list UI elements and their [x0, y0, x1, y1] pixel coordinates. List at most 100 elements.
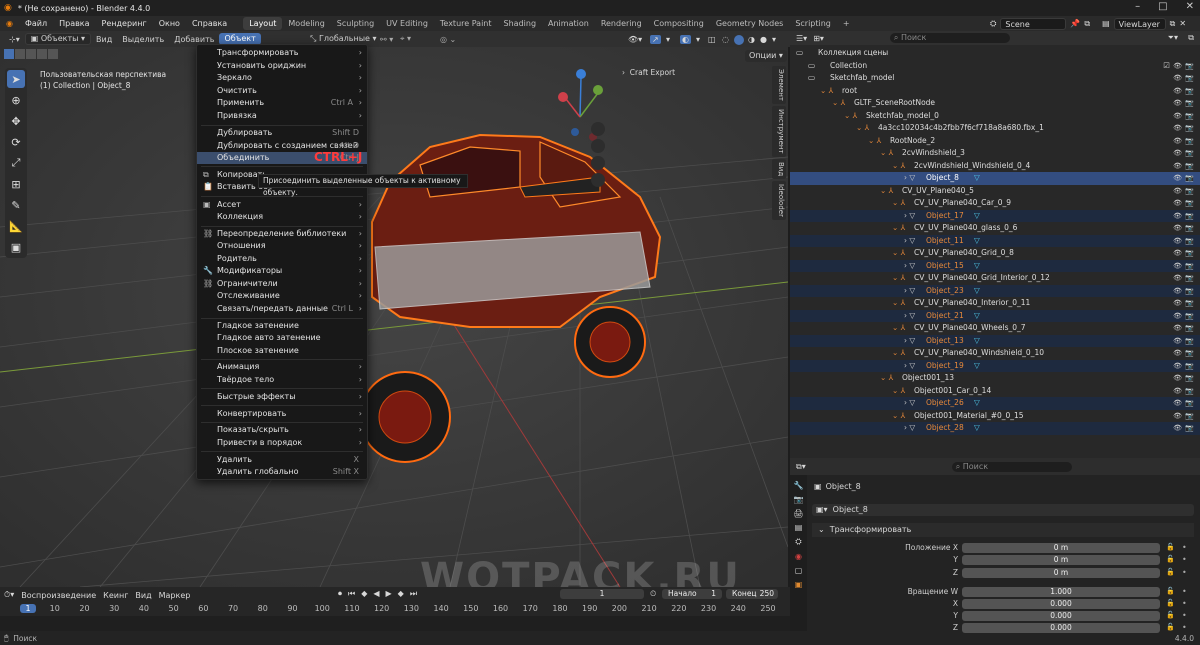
- scale-tool-icon[interactable]: ⤢: [7, 154, 25, 172]
- object-name-field[interactable]: ▣▾ Object_8: [812, 504, 1194, 516]
- empty-icon[interactable]: ⌄ ⅄: [880, 185, 893, 198]
- material-shading-icon[interactable]: ◑: [748, 35, 755, 44]
- visibility-eye-icon[interactable]: 👁: [1173, 335, 1182, 348]
- mode-selector[interactable]: ▣ Объекты ▾: [24, 33, 92, 45]
- outliner-row[interactable]: ⌄ ⅄ Object001_Material_#0_0_15 👁 📷: [790, 410, 1200, 423]
- select-subtract-icon[interactable]: [26, 49, 36, 59]
- render-camera-icon[interactable]: 📷: [1185, 122, 1194, 135]
- menu-item-delete-global[interactable]: Удалить глобально Shift X: [197, 466, 367, 478]
- outliner-row[interactable]: ▭ Sketchfab_model 👁 📷: [790, 72, 1200, 85]
- output-tab-icon[interactable]: 🖨: [793, 509, 803, 518]
- transform-field-value[interactable]: 0 m: [962, 543, 1160, 553]
- remove-view-layer-icon[interactable]: ✕: [1179, 19, 1186, 28]
- expand-arrow-icon[interactable]: › ▽: [904, 260, 915, 273]
- transform-field-value[interactable]: 0 m: [962, 555, 1160, 565]
- visibility-eye-icon[interactable]: 👁: [1173, 310, 1182, 323]
- current-frame-field[interactable]: 1: [560, 589, 644, 599]
- transform-field-value[interactable]: 0.000: [962, 623, 1160, 633]
- camera-gizmo[interactable]: [591, 156, 605, 170]
- empty-icon[interactable]: ⌄ ⅄: [820, 85, 833, 98]
- menu-item-set-origin[interactable]: Установить ориджин ›: [197, 60, 367, 72]
- craft-export-panel[interactable]: › Craft Export: [622, 68, 675, 77]
- expand-arrow-icon[interactable]: › ▽: [904, 172, 915, 185]
- properties-editor-icon[interactable]: ⧉▾: [796, 462, 806, 472]
- visibility-eye-icon[interactable]: 👁: [1173, 397, 1182, 410]
- wireframe-shading-icon[interactable]: ◌: [722, 35, 729, 44]
- expand-arrow-icon[interactable]: › ▽: [904, 235, 915, 248]
- render-camera-icon[interactable]: 📷: [1185, 260, 1194, 273]
- menu-item-shade-flat[interactable]: Плоское затенение: [197, 345, 367, 357]
- lock-icon[interactable]: 🔓: [1166, 555, 1175, 563]
- outliner-row[interactable]: ⌄ ⅄ CV_UV_Plane040_Wheels_0_7 👁 📷: [790, 322, 1200, 335]
- visibility-eye-icon[interactable]: 👁: [1173, 347, 1182, 360]
- expand-arrow-icon[interactable]: › ▽: [904, 335, 915, 348]
- play-reverse-icon[interactable]: ◀: [373, 589, 379, 599]
- snap-icon[interactable]: ⌖ ▾: [400, 34, 411, 44]
- overlays-toggle-icon[interactable]: ◐: [680, 34, 691, 44]
- menu-render[interactable]: Рендеринг: [96, 19, 153, 28]
- play-icon[interactable]: ▶: [386, 589, 392, 599]
- visibility-eye-icon[interactable]: 👁: [1173, 122, 1182, 135]
- outliner-row[interactable]: › ▽ Object_15 ▽ 👁 📷: [790, 259, 1200, 273]
- empty-icon[interactable]: ⌄ ⅄: [892, 347, 905, 360]
- annotate-tool-icon[interactable]: ✎: [7, 196, 25, 214]
- keyframe-dot-icon[interactable]: •: [1182, 555, 1187, 564]
- render-camera-icon[interactable]: 📷: [1185, 285, 1194, 298]
- select-invert-icon[interactable]: [37, 49, 47, 59]
- render-camera-icon[interactable]: 📷: [1185, 135, 1194, 148]
- lock-icon[interactable]: 🔓: [1166, 543, 1175, 551]
- menu-item-constraints[interactable]: ⛓ Ограничители ›: [197, 278, 367, 290]
- view-layer-selector[interactable]: ViewLayer: [1113, 17, 1166, 30]
- visibility-eye-icon[interactable]: 👁: [1173, 222, 1182, 235]
- render-camera-icon[interactable]: 📷: [1185, 422, 1194, 435]
- transform-panel-header[interactable]: ⌄ Трансформировать: [812, 523, 1194, 537]
- outliner-row[interactable]: › ▽ Object_11 ▽ 👁 📷: [790, 234, 1200, 248]
- solid-shading-icon[interactable]: [734, 35, 744, 45]
- pin-icon[interactable]: 📌: [1070, 19, 1080, 28]
- outliner-search-input[interactable]: ⌕ Поиск: [889, 33, 1010, 43]
- expand-arrow-icon[interactable]: › ▽: [904, 360, 915, 373]
- render-camera-icon[interactable]: 📷: [1185, 185, 1194, 198]
- outliner-row[interactable]: ⌄ ⅄ CV_UV_Plane040_glass_0_6 👁 📷: [790, 222, 1200, 235]
- empty-icon[interactable]: ⌄ ⅄: [856, 122, 869, 135]
- outliner-row[interactable]: ⌄ ⅄ RootNode_2 👁 📷: [790, 135, 1200, 148]
- rotate-tool-icon[interactable]: ⟳: [7, 133, 25, 151]
- transform-orientation-dropdown[interactable]: ⤡ Глобальные ▾: [305, 34, 382, 44]
- menu-edit[interactable]: Правка: [53, 19, 95, 28]
- keyframe-dot-icon[interactable]: •: [1182, 587, 1187, 596]
- visibility-eye-icon[interactable]: 👁: [1173, 297, 1182, 310]
- select-extend-icon[interactable]: [15, 49, 25, 59]
- visibility-eye-icon[interactable]: 👁: [1173, 285, 1182, 298]
- record-icon[interactable]: ⏺: [338, 589, 342, 599]
- filter-icon[interactable]: ⏷▾: [1168, 33, 1178, 43]
- outliner-row[interactable]: › ▽ Object_13 ▽ 👁 📷: [790, 334, 1200, 348]
- cursor-tool-icon[interactable]: ⊕: [7, 91, 25, 109]
- menu-item-clear[interactable]: Очистить ›: [197, 85, 367, 97]
- visibility-eye-icon[interactable]: 👁: [1173, 372, 1182, 385]
- timeline-view-menu[interactable]: Вид: [135, 591, 151, 600]
- menu-add[interactable]: Добавить: [169, 35, 219, 44]
- outliner-row[interactable]: › ▽ Object_23 ▽ 👁 📷: [790, 284, 1200, 298]
- minimize-icon[interactable]: –: [1135, 1, 1140, 12]
- marker-menu[interactable]: Маркер: [159, 591, 191, 600]
- visibility-eye-icon[interactable]: 👁: [1173, 172, 1182, 185]
- visibility-eye-icon[interactable]: 👁: [1173, 147, 1182, 160]
- empty-icon[interactable]: ⌄ ⅄: [892, 222, 905, 235]
- outliner-row[interactable]: ⌄ ⅄ GLTF_SceneRootNode 👁 📷: [790, 97, 1200, 110]
- new-scene-icon[interactable]: ⧉: [1084, 19, 1090, 29]
- render-camera-icon[interactable]: 📷: [1185, 222, 1194, 235]
- select-intersect-icon[interactable]: [48, 49, 58, 59]
- render-camera-icon[interactable]: 📷: [1185, 72, 1194, 85]
- empty-icon[interactable]: ⌄ ⅄: [880, 147, 893, 160]
- expand-arrow-icon[interactable]: › ▽: [904, 285, 915, 298]
- render-camera-icon[interactable]: 📷: [1185, 360, 1194, 373]
- outliner-editor-icon[interactable]: ☰▾: [796, 34, 807, 43]
- frame-ruler[interactable]: 1 10 20 30 40 50 60 70 80 90 100 110 120 130 140 150 160…: [0, 604, 790, 616]
- outliner-row[interactable]: ⌄ ⅄ CV_UV_Plane040_Car_0_9 👁 📷: [790, 197, 1200, 210]
- render-camera-icon[interactable]: 📷: [1185, 147, 1194, 160]
- keyframe-dot-icon[interactable]: •: [1182, 599, 1187, 608]
- outliner-row[interactable]: › ▽ Object_8 ▽ 👁 📷: [790, 172, 1200, 185]
- visibility-eye-icon[interactable]: 👁: [1173, 235, 1182, 248]
- render-camera-icon[interactable]: 📷: [1185, 197, 1194, 210]
- render-tab-icon[interactable]: 📷: [794, 495, 804, 504]
